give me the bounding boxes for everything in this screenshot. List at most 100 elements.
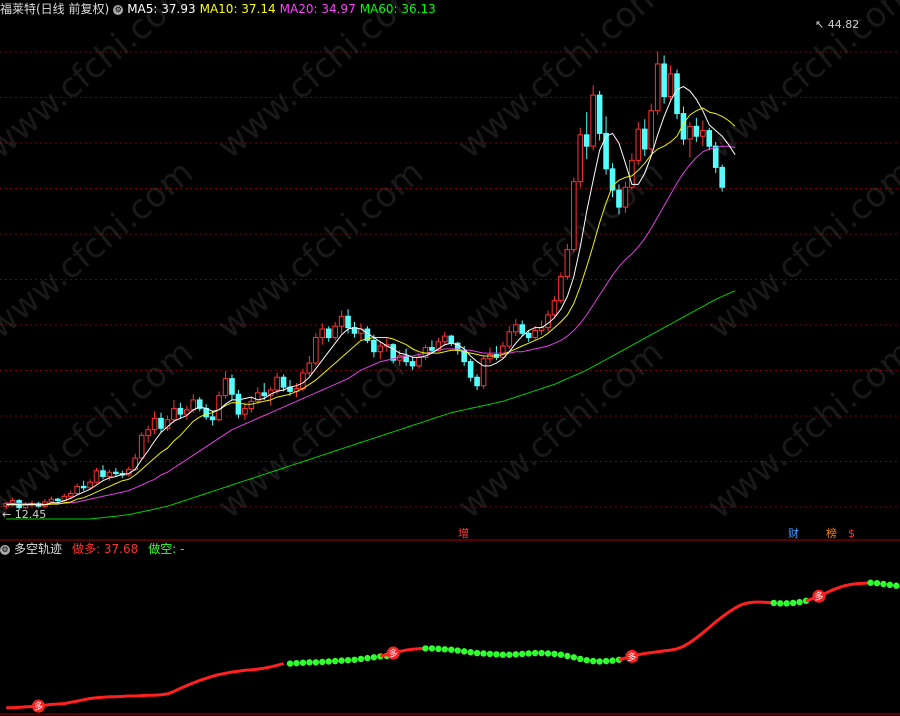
short-track-dot: [880, 580, 887, 588]
candle-body: [525, 332, 532, 339]
short-track-dot: [525, 650, 532, 657]
candle-body: [564, 249, 571, 278]
candle-body: [145, 429, 151, 436]
candle-body: [177, 407, 184, 415]
candle-body: [506, 331, 513, 347]
short-track-dot: [886, 581, 894, 589]
ma5-line: [6, 86, 736, 506]
candle-body: [512, 324, 519, 333]
short-track-dot: [506, 651, 513, 658]
candle-body: [242, 407, 248, 415]
watermark: www.cfchi.com: [450, 152, 671, 346]
short-track-dot: [789, 599, 797, 607]
candle-body: [67, 492, 74, 497]
short-track-dot: [770, 599, 777, 607]
candle-body: [209, 416, 216, 421]
candle-body: [280, 376, 287, 388]
candle-body: [409, 361, 416, 367]
candle-body: [216, 395, 222, 421]
long-track-line: [618, 600, 774, 662]
candle-body: [641, 128, 648, 150]
candle-body: [55, 498, 61, 502]
candle-body: [687, 125, 693, 140]
short-track-dot: [609, 657, 616, 664]
candle-body: [442, 335, 448, 343]
short-track-dot: [602, 657, 610, 665]
ma10-line: [6, 107, 736, 506]
short-track-dot: [467, 649, 474, 656]
watermark: www.cfchi.com: [210, 0, 431, 167]
candle-body: [667, 73, 674, 98]
short-track-dot: [351, 656, 358, 663]
short-track-dot: [293, 659, 300, 667]
candle-body: [448, 335, 455, 344]
candle-body: [519, 324, 526, 334]
short-track-dot: [777, 600, 784, 607]
candle-body: [429, 346, 435, 351]
candle-body: [93, 470, 100, 483]
short-track-dot: [306, 659, 313, 666]
candle-body: [80, 485, 87, 489]
candle-body: [590, 94, 596, 147]
short-track-dot: [448, 646, 455, 653]
short-track-dot: [460, 648, 468, 655]
candle-body: [377, 345, 384, 353]
candle-body: [325, 328, 332, 339]
candle-body: [222, 378, 229, 397]
short-track-dot: [480, 650, 487, 657]
candle-body: [577, 134, 584, 183]
candle-body: [138, 434, 145, 459]
candle-body: [332, 325, 338, 339]
candle-body: [106, 471, 113, 477]
watermark: www.cfchi.com: [0, 0, 201, 167]
short-track-dot: [486, 650, 494, 658]
short-track-dot: [370, 654, 378, 661]
candle-body: [583, 134, 590, 147]
long-track-line: [6, 662, 284, 710]
candle-body: [87, 481, 93, 489]
candle-body: [100, 470, 106, 477]
short-track-dot: [493, 651, 500, 658]
short-track-dot: [873, 579, 881, 587]
candle-body: [319, 328, 326, 339]
short-track-dot: [473, 649, 481, 657]
candle-body: [16, 500, 22, 509]
short-track-dot: [454, 647, 461, 654]
short-track-dot: [344, 657, 352, 664]
short-track-dot: [893, 582, 900, 589]
short-track-dot: [783, 600, 790, 607]
candle-body: [345, 315, 351, 329]
candle-body: [158, 417, 164, 429]
short-track-dot: [428, 645, 436, 652]
short-track-dot: [551, 650, 558, 658]
short-track-dot: [538, 649, 545, 657]
short-track-dot: [364, 654, 371, 662]
short-track-dot: [564, 652, 571, 660]
candle-body: [712, 145, 719, 168]
candle-body: [338, 315, 345, 327]
candle-body: [700, 130, 706, 137]
long-signal-text: 多: [389, 648, 398, 660]
candle-body: [151, 417, 158, 431]
candle-body: [113, 471, 119, 475]
candle-body: [661, 63, 667, 98]
candle-body: [313, 337, 319, 364]
watermark: www.cfchi.com: [700, 332, 900, 526]
watermark: www.cfchi.com: [210, 152, 431, 346]
candle-body: [261, 392, 268, 397]
short-track-dot: [512, 651, 519, 658]
candle-body: [648, 110, 655, 150]
short-track-dot: [338, 657, 345, 664]
candle-body: [693, 125, 700, 137]
short-track-dot: [577, 655, 584, 663]
watermark: www.cfchi.com: [700, 0, 900, 167]
candle-body: [480, 358, 487, 387]
short-track-dot: [499, 651, 507, 658]
event-tag: $: [848, 527, 855, 540]
short-track-dot: [357, 655, 365, 663]
short-track-dot: [544, 650, 552, 657]
candle-body: [390, 344, 397, 361]
chart-canvas[interactable]: www.cfchi.com www.cfchi.com www.cfchi.com w…: [0, 0, 900, 716]
candle-body: [487, 354, 493, 360]
candle-body: [171, 407, 177, 421]
